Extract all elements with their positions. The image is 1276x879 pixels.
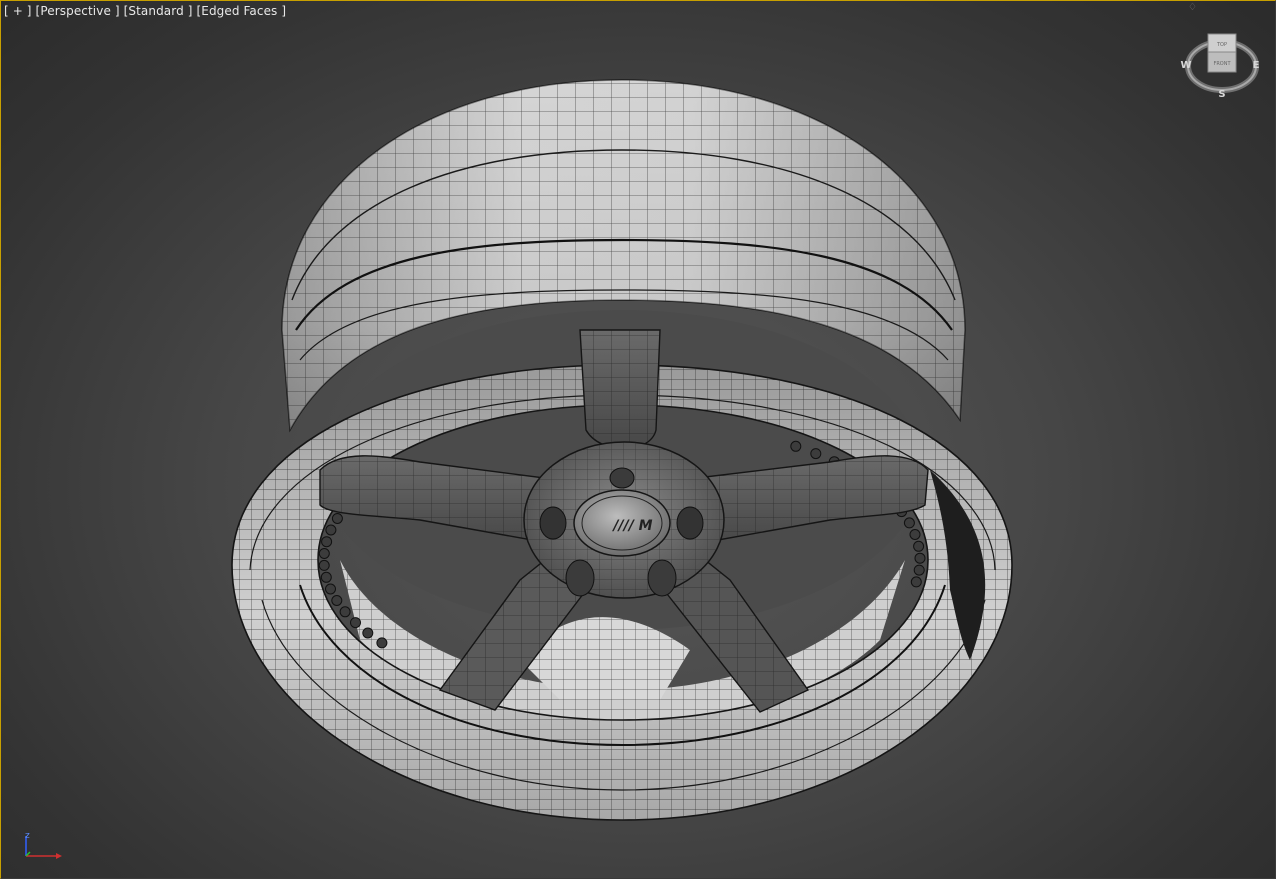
rim-bolt — [331, 595, 343, 606]
viewcube-top-label: TOP — [1216, 42, 1227, 48]
center-cap-logo: //// M — [611, 518, 652, 534]
rim-bolt — [325, 524, 337, 536]
compass-south-label[interactable]: S — [1218, 89, 1225, 100]
rim-bolt — [903, 517, 915, 529]
rim-bolt — [910, 576, 922, 588]
compass-west-label[interactable]: W — [1180, 60, 1191, 71]
rim-bolt — [913, 540, 925, 552]
compass-east-label[interactable]: E — [1253, 60, 1260, 71]
viewcube-front-label: FRONT — [1213, 61, 1231, 67]
rim-bolt — [810, 448, 822, 460]
axis-tripod: z — [25, 831, 62, 859]
rim-bolt — [790, 440, 802, 452]
viewcube[interactable]: TOP FRONT W E S — [1180, 33, 1260, 100]
rim-bolt — [362, 627, 374, 639]
rim-bolt — [321, 536, 333, 548]
rim-bolt — [325, 583, 336, 595]
rim-bolt — [909, 529, 921, 540]
axis-z-label: z — [25, 831, 30, 841]
rim-bolt — [331, 513, 343, 524]
rim-bolt — [913, 564, 925, 576]
rim-bolt — [339, 606, 351, 618]
rim-bolt — [376, 637, 388, 649]
rim-bolt — [320, 571, 332, 583]
viewport-scene[interactable]: //// M TOP FRONT W E S z — [0, 0, 1276, 879]
wheel-hub: //// M — [523, 441, 725, 599]
rim-bolt — [914, 552, 926, 564]
rim-bolt — [318, 548, 330, 559]
rim-bolt — [350, 617, 361, 629]
rim-bolt — [318, 559, 330, 571]
